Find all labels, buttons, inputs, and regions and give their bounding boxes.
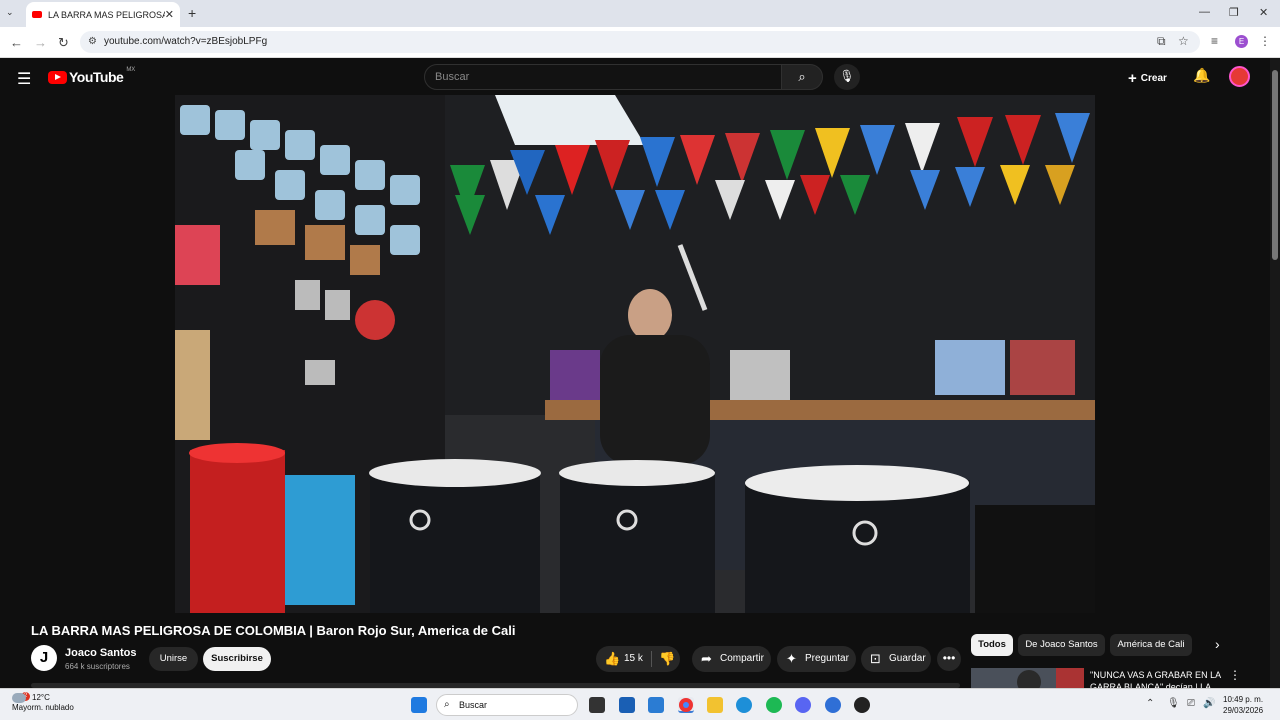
microphone-icon: 🎙 [839, 69, 855, 83]
taskbar-search[interactable]: ⌕ Buscar [436, 694, 578, 716]
browser-tab-strip: ⌄ LA BARRA MAS PELIGROSA DE ✕ + — ❐ ✕ [0, 0, 1280, 27]
windows-taskbar: 2 12°C Mayorm. nublado ⌕Buscar ⌃ 🎙 ⎚ 🔊 1… [0, 688, 1280, 720]
bookmark-star-icon[interactable]: ☆ [1178, 34, 1189, 48]
video-title: LA BARRA MAS PELIGROSA DE COLOMBIA | Bar… [31, 623, 516, 638]
page-scrollbar[interactable] [1270, 58, 1280, 688]
save-button[interactable]: ⊡ Guardar [861, 646, 931, 672]
share-label: Compartir [720, 653, 764, 664]
chip-all[interactable]: Todos [971, 634, 1013, 656]
join-button[interactable]: Unirse [149, 647, 198, 671]
temperature: 12°C [32, 693, 50, 703]
ask-label: Preguntar [805, 653, 849, 664]
sparkle-icon: ✦ [786, 651, 797, 666]
clock-time: 10:49 p. m. [1223, 695, 1264, 704]
recommendation-title[interactable]: "NUNCA VAS A GRABAR EN LA GARRA BLANCA" … [1090, 669, 1225, 688]
weather-desc: Mayorm. nublado [12, 703, 74, 713]
like-divider [651, 651, 652, 667]
share-arrow-icon: ➦ [701, 651, 712, 666]
media-controls-icon[interactable]: ≡ [1211, 34, 1218, 48]
weather-widget[interactable]: 12°C Mayorm. nublado [12, 693, 74, 713]
thumbnail-image [971, 668, 1084, 688]
tray-microphone-icon[interactable]: 🎙 [1167, 698, 1180, 709]
recommendation-thumbnail[interactable] [971, 668, 1084, 688]
channel-name[interactable]: Joaco Santos [65, 647, 137, 659]
youtube-play-icon [48, 70, 67, 84]
spotify-icon[interactable] [766, 697, 782, 713]
file-explorer-icon[interactable] [707, 697, 723, 713]
taskbar-search-label: Buscar [459, 700, 488, 710]
plus-icon: + [1128, 70, 1137, 87]
share-button[interactable]: ➦ Compartir [692, 646, 771, 672]
subscriber-count: 664 k suscriptores [65, 662, 130, 671]
search-icon: ⌕ [798, 69, 806, 84]
system-clock[interactable]: 10:49 p. m. 29/03/2026 [1223, 694, 1263, 716]
chrome-icon[interactable] [678, 697, 694, 713]
country-code: MX [126, 67, 136, 73]
cloudy-weather-icon [12, 693, 26, 703]
search-button[interactable]: ⌕ [781, 64, 823, 90]
discord-icon[interactable] [795, 697, 811, 713]
taskbar-search-icon: ⌕ [444, 699, 450, 710]
more-horizontal-icon: ••• [942, 651, 956, 665]
new-tab-icon[interactable]: + [188, 5, 196, 21]
tray-volume-icon[interactable]: 🔊 [1203, 698, 1215, 709]
tab-title: LA BARRA MAS PELIGROSA DE [48, 9, 165, 20]
more-actions-button[interactable]: ••• [937, 647, 961, 671]
install-app-icon[interactable]: ⧉ [1157, 34, 1166, 49]
tray-display-icon[interactable]: ⎚ [1187, 698, 1195, 709]
account-avatar[interactable] [1229, 66, 1250, 87]
chevron-right-icon[interactable]: › [1215, 636, 1220, 652]
tab-search-chevron-icon[interactable]: ⌄ [6, 7, 14, 18]
subscribe-button[interactable]: Suscribirse [203, 647, 271, 671]
site-info-icon[interactable]: ⚙ [88, 36, 97, 47]
scrollbar-thumb[interactable] [1272, 70, 1278, 260]
chip-channel[interactable]: De Joaco Santos [1018, 634, 1105, 656]
window-close-icon[interactable]: ✕ [1259, 6, 1268, 19]
task-view-icon[interactable] [589, 697, 605, 713]
browser-toolbar: ← → ↻ ⚙ youtube.com/watch?v=zBEsjobLPFg … [0, 27, 1280, 58]
youtube-wordmark: YouTube [69, 69, 124, 85]
create-button[interactable]: + Crear [1128, 68, 1167, 87]
app-icon[interactable] [825, 697, 841, 713]
search-input[interactable]: Buscar [424, 64, 782, 90]
minimize-icon[interactable]: — [1199, 6, 1210, 18]
store-icon[interactable] [619, 697, 635, 713]
outlook-icon[interactable] [648, 697, 664, 713]
channel-avatar[interactable]: J [31, 645, 57, 671]
voice-search-button[interactable]: 🎙 [834, 64, 860, 90]
hamburger-menu-icon[interactable]: ☰ [17, 69, 31, 89]
youtube-header: ☰ YouTube MX Buscar ⌕ 🎙 + Crear 🔔 [0, 58, 1270, 95]
address-bar[interactable]: ⚙ youtube.com/watch?v=zBEsjobLPFg [80, 31, 1200, 53]
recommendation-menu-icon[interactable]: ⋮ [1229, 668, 1241, 682]
video-frame [175, 95, 1095, 613]
tray-overflow-icon[interactable]: ⌃ [1146, 698, 1154, 709]
restore-icon[interactable]: ❐ [1229, 6, 1239, 19]
clock-date: 29/03/2026 [1223, 706, 1264, 715]
like-count[interactable]: 15 k [624, 653, 643, 664]
youtube-logo[interactable]: YouTube MX [48, 67, 136, 85]
video-player[interactable] [175, 95, 1095, 613]
notifications-bell-icon[interactable]: 🔔 [1193, 67, 1210, 84]
windows-start-icon[interactable] [411, 697, 427, 713]
like-dislike-group: 👍 15 k 👎 [596, 646, 680, 672]
save-label: Guardar [889, 653, 926, 664]
back-icon[interactable]: ← [10, 35, 23, 50]
ask-button[interactable]: ✦ Preguntar [777, 646, 856, 672]
chip-topic[interactable]: América de Cali [1110, 634, 1192, 656]
edge-icon[interactable] [736, 697, 752, 713]
reload-icon[interactable]: ↻ [58, 35, 69, 51]
create-label: Crear [1140, 73, 1167, 84]
game-launcher-icon[interactable] [854, 697, 870, 713]
like-icon[interactable]: 👍 [604, 651, 620, 667]
url-text: youtube.com/watch?v=zBEsjobLPFg [104, 36, 268, 47]
dislike-icon[interactable]: 👎 [659, 651, 675, 667]
profile-avatar[interactable]: E [1235, 35, 1248, 48]
youtube-favicon-icon [32, 11, 42, 18]
browser-tab[interactable]: LA BARRA MAS PELIGROSA DE ✕ [26, 2, 180, 27]
close-tab-icon[interactable]: ✕ [165, 8, 174, 21]
forward-icon[interactable]: → [34, 35, 47, 50]
bookmark-icon: ⊡ [870, 651, 881, 666]
browser-menu-icon[interactable]: ⋮ [1259, 34, 1271, 48]
